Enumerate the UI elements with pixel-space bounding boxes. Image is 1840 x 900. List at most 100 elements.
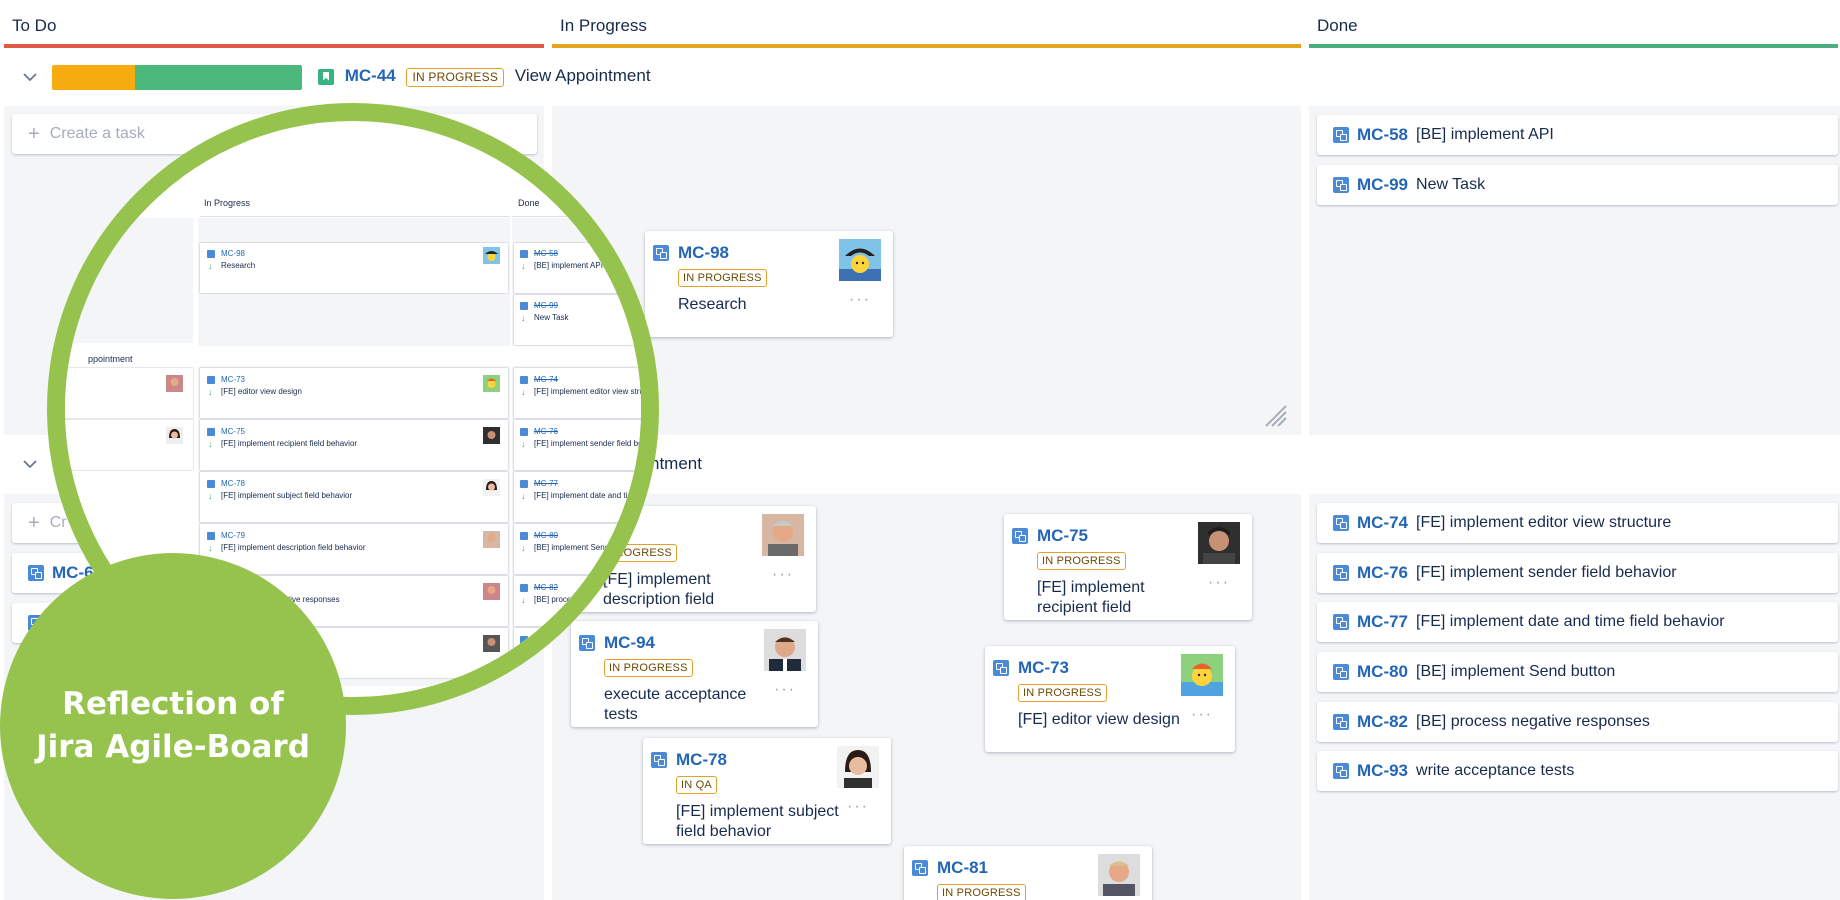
done-item[interactable]: MC-93 write acceptance tests [1317,751,1838,791]
issue-card[interactable]: MC-75 IN PROGRESS [FE] implement recipie… [1004,514,1252,620]
badge-line-1: Reflection of [62,686,284,722]
priority-low-icon: ↓ [208,261,213,271]
mini-issue-summary: [FE] implement date and time fie [534,491,650,500]
done-item[interactable]: MC-76 [FE] implement sender field behavi… [1317,553,1838,593]
task-icon [1333,614,1349,630]
issue-summary: [FE] implement subject field behavior [676,803,839,840]
task-icon [28,565,44,581]
done-item[interactable]: MC-74 [FE] implement editor view structu… [1317,503,1838,543]
priority-low-icon: ↓ [208,387,213,397]
done-item[interactable]: MC-80 [BE] implement Send button [1317,652,1838,692]
issue-key[interactable]: MC-82 [1357,712,1408,732]
mini-issue-key: MC-73 [221,375,246,384]
issue-summary: [BE] implement API [1416,126,1554,143]
card-header: MC-81 [912,858,988,878]
issue-key[interactable]: MC-98 [678,243,729,263]
avatar [166,375,183,392]
mini-issue-key: MC-98 [221,249,246,258]
avatar[interactable] [839,239,881,281]
resize-handle-icon[interactable] [1262,402,1288,428]
swimlane-collapse-chevron-icon[interactable] [20,67,40,87]
issue-key[interactable]: MC-73 [1018,658,1069,678]
issue-key[interactable]: MC-99 [1357,175,1408,195]
mini-issue-summary: Research [221,261,256,270]
more-actions-icon[interactable]: ··· [849,291,871,309]
status-badge: IN PROGRESS [937,884,1026,900]
swimlane-title: ntment [650,454,702,473]
issue-key[interactable]: MC-44 [345,66,396,85]
task-icon [520,302,528,310]
done-item[interactable]: MC-58 [BE] implement API [1317,115,1838,155]
issue-summary: [FE] implement editor view structure [1416,514,1672,531]
issue-key[interactable]: MC-58 [1357,125,1408,145]
more-actions-icon[interactable]: ··· [774,681,796,699]
priority-low-icon: ↓ [521,313,526,323]
task-icon [520,480,528,488]
issue-card[interactable]: MC-73 IN PROGRESS [FE] editor view desig… [985,646,1235,752]
task-icon [1333,127,1349,143]
priority-low-icon: ↓ [521,595,526,605]
issue-summary: write acceptance tests [1416,762,1575,779]
avatar[interactable] [1181,654,1223,696]
task-icon [207,376,215,384]
progress-done-segment [134,65,302,90]
story-icon [318,68,334,85]
done-item[interactable]: MC-77 [FE] implement date and time field… [1317,602,1838,642]
reflection-label-badge: Reflection of Jira Agile-Board [0,553,346,899]
done-item[interactable]: MC-82 [BE] process negative responses [1317,702,1838,742]
mini-lane-label: ppointment [88,354,133,364]
mini-lane [65,218,193,343]
more-actions-icon[interactable]: ··· [1191,706,1213,724]
more-actions-icon[interactable]: ··· [772,566,794,584]
mini-issue-key: MC-77 [534,479,559,488]
avatar[interactable] [1098,854,1140,896]
issue-card[interactable]: MC-98 IN PROGRESS Research ··· [645,231,893,337]
mini-issue-summary: [FE] implement subject field behavior [221,491,353,500]
issue-key[interactable]: MC-81 [937,858,988,878]
card-header: MC-73 [993,658,1069,678]
task-icon [1333,565,1349,581]
priority-low-icon: ↓ [208,543,213,553]
issue-summary: [BE] implement Send button [1416,663,1616,680]
avatar [483,427,500,444]
issue-key[interactable]: MC-77 [1357,612,1408,632]
avatar[interactable] [837,746,879,788]
more-actions-icon[interactable]: ··· [847,798,869,816]
swimlane-header[interactable]: MC-44 IN PROGRESS View Appointment [318,66,651,87]
mini-issue-summary: [FE] implement recipient field behavior [221,439,358,448]
issue-key[interactable]: MC-74 [1357,513,1408,533]
task-icon [993,660,1009,676]
mini-divider [200,216,510,217]
task-icon [520,250,528,258]
mini-divider [512,216,641,217]
issue-card[interactable]: MC-81 IN PROGRESS [904,846,1152,900]
progress-in-progress-segment [52,65,135,90]
mini-column-title: Done [518,198,540,208]
avatar [483,531,500,548]
task-icon [653,245,669,261]
priority-low-icon: ↓ [521,647,526,657]
issue-key[interactable]: MC-93 [1357,761,1408,781]
more-actions-icon[interactable]: ··· [1208,574,1230,592]
avatar [166,427,183,444]
column-header-in-progress: In Progress [552,0,1301,50]
avatar[interactable] [1198,522,1240,564]
issue-card[interactable]: MC-78 IN QA [FE] implement subject field… [643,738,891,844]
mini-issue-summary: [FE] editor view design [221,387,302,396]
issue-summary: [FE] implement sender field behavior [1416,564,1677,581]
avatar[interactable] [764,629,806,671]
swimlane-collapse-chevron-icon[interactable] [20,454,40,474]
card-header: MC-98 [653,243,729,263]
issue-key[interactable]: MC-80 [1357,662,1408,682]
issue-summary: New Task [1416,176,1486,193]
done-item[interactable]: MC-99 New Task [1317,165,1838,205]
avatar [483,635,500,652]
issue-key[interactable]: MC-76 [1357,563,1408,583]
plus-icon: + [28,511,40,534]
card-header: MC-78 [651,750,727,770]
avatar[interactable] [762,514,804,556]
mini-issue-key: MC-80 [534,531,559,540]
swimlane-progress-bar [52,65,302,90]
issue-key[interactable]: MC-78 [676,750,727,770]
issue-key[interactable]: MC-75 [1037,526,1088,546]
